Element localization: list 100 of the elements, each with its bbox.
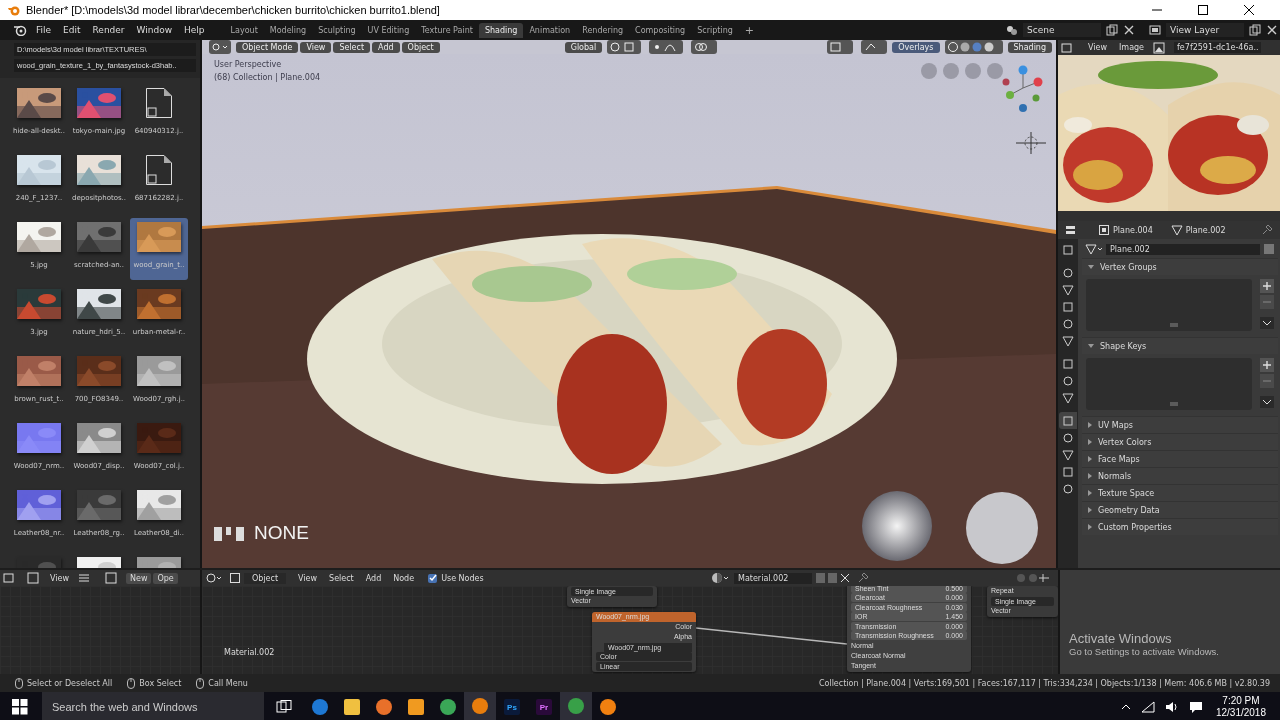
shading-modes-icon[interactable] xyxy=(944,40,1003,54)
proportional-icon[interactable] xyxy=(649,40,684,54)
image-icon[interactable] xyxy=(27,572,41,584)
header-menu[interactable]: Select xyxy=(323,571,360,585)
new-button[interactable]: New xyxy=(126,572,152,584)
panel-header[interactable]: Vertex Groups xyxy=(1082,258,1278,275)
header-menu[interactable]: Node xyxy=(387,571,421,585)
workspace-tab[interactable]: Sculpting xyxy=(312,22,362,38)
menu-item[interactable]: Render xyxy=(86,23,131,37)
panel-header[interactable]: Custom Properties xyxy=(1082,518,1278,535)
workspace-tab[interactable]: Modeling xyxy=(263,22,313,38)
panel-header[interactable]: UV Maps xyxy=(1082,416,1278,433)
panel-header[interactable]: Texture Space xyxy=(1082,484,1278,501)
clock-time[interactable]: 7:20 PM xyxy=(1222,695,1260,707)
mesh-icon[interactable] xyxy=(1085,243,1103,255)
clock-date[interactable]: 12/31/2018 xyxy=(1215,707,1266,719)
panel-header[interactable]: Face Maps xyxy=(1082,450,1278,467)
workspace-tab[interactable]: Rendering xyxy=(576,22,630,38)
menu-item[interactable]: Edit xyxy=(57,23,87,37)
mode-dropdown[interactable]: Object Mode xyxy=(236,41,299,53)
task-view-icon[interactable] xyxy=(276,700,292,714)
close-icon[interactable] xyxy=(1244,5,1254,15)
header-menu[interactable]: Add xyxy=(359,571,388,585)
copy-icon[interactable] xyxy=(1106,24,1118,36)
header-menu[interactable]: View xyxy=(292,571,324,585)
material-icon[interactable] xyxy=(711,572,731,584)
object-icon xyxy=(1098,224,1110,236)
chevron-icon[interactable] xyxy=(1260,317,1274,329)
volume-icon[interactable] xyxy=(1164,701,1179,713)
scene-field[interactable]: Scene xyxy=(1023,23,1101,37)
notification-icon[interactable] xyxy=(1188,700,1203,714)
search-field[interactable]: Search the web and Windows xyxy=(42,692,264,720)
orientation-dropdown[interactable]: Global xyxy=(564,41,603,53)
fake-user-icon[interactable] xyxy=(1263,243,1275,255)
add-icon[interactable] xyxy=(1260,279,1274,293)
properties-tab-icon xyxy=(1062,431,1074,444)
file-icon xyxy=(146,88,172,118)
workspace-tab[interactable]: Texture Paint xyxy=(415,22,479,38)
editor-type-icon[interactable] xyxy=(205,572,223,584)
add-icon[interactable] xyxy=(1260,358,1274,372)
overlays-dropdown[interactable]: Overlays xyxy=(892,41,940,53)
menu-item[interactable]: Window xyxy=(130,23,179,37)
menu-item[interactable]: Help xyxy=(178,23,211,37)
taskbar-app[interactable]: Pr xyxy=(528,692,560,720)
header-menu[interactable]: Select xyxy=(333,41,371,53)
grip-icon[interactable] xyxy=(1170,401,1180,407)
properties-tab-icon xyxy=(1062,243,1074,256)
pin-icon[interactable] xyxy=(857,572,869,584)
properties-tab-icon xyxy=(1062,300,1074,313)
checkbox-label: Use Nodes xyxy=(441,573,484,583)
workspace-tab[interactable]: Shading xyxy=(478,22,524,38)
shading-dropdown[interactable]: Shading xyxy=(1007,41,1052,53)
layers-icon[interactable] xyxy=(1149,24,1161,36)
open-button[interactable]: Ope xyxy=(153,572,178,584)
menu-icon[interactable] xyxy=(78,573,90,583)
header-menu[interactable]: View xyxy=(300,41,332,53)
blender-logo-icon[interactable] xyxy=(13,24,27,36)
mesh-name-field[interactable]: Plane.002 xyxy=(1106,243,1260,255)
workspace-tab[interactable]: Layout xyxy=(224,22,264,38)
taskbar-app[interactable] xyxy=(464,692,496,720)
taskbar-app[interactable]: Ps xyxy=(496,692,528,720)
header-menu[interactable]: View xyxy=(44,571,75,585)
panel-header[interactable]: Shape Keys xyxy=(1082,337,1278,354)
browse-icon[interactable] xyxy=(815,572,851,584)
checkbox[interactable] xyxy=(428,573,438,583)
menu-item[interactable]: File xyxy=(30,23,58,37)
material-name: Material.002 xyxy=(224,648,275,657)
activation-text: Go to Settings to activate Windows. xyxy=(1069,646,1219,657)
header-menu[interactable]: Add xyxy=(372,41,400,53)
view-icon[interactable] xyxy=(827,40,854,54)
chevron-up-icon[interactable] xyxy=(1120,703,1131,711)
mesh-name: Plane.002 xyxy=(1185,225,1226,235)
link-icon[interactable] xyxy=(691,40,718,54)
wifi-icon[interactable] xyxy=(1140,701,1155,713)
header-menu[interactable]: Image xyxy=(1113,41,1151,54)
header-menu[interactable]: View xyxy=(1082,41,1113,54)
header-menu[interactable]: Object xyxy=(401,41,440,53)
material-field[interactable]: Material.002 xyxy=(734,572,812,584)
snap-icon[interactable] xyxy=(607,40,642,54)
add-workspace-button[interactable]: + xyxy=(738,20,760,40)
image-field[interactable]: fe7f2591-dc1e-46a.. xyxy=(1174,42,1262,53)
grip-icon[interactable] xyxy=(1170,322,1180,328)
view-layer-field[interactable]: View Layer xyxy=(1166,23,1244,37)
panel-header[interactable]: Geometry Data xyxy=(1082,501,1278,518)
copy-icon[interactable] xyxy=(1249,24,1261,36)
status-hint: Select or Deselect All xyxy=(27,678,113,688)
scene-icon[interactable] xyxy=(1006,24,1018,36)
editor-type-icon[interactable] xyxy=(209,40,231,54)
shader-type-dropdown[interactable]: Object xyxy=(244,572,287,584)
gizmo-icon[interactable] xyxy=(861,40,888,54)
chevron-icon[interactable] xyxy=(1260,396,1274,408)
workspace-tab[interactable]: Scripting xyxy=(691,22,739,38)
object-name: Plane.004 xyxy=(1113,225,1153,235)
windows-start-icon[interactable] xyxy=(12,699,28,715)
workspace-tab[interactable]: Animation xyxy=(523,22,577,38)
pin-icon[interactable] xyxy=(1261,224,1273,236)
maximize-icon[interactable] xyxy=(1198,5,1208,15)
workspace-tab[interactable]: Compositing xyxy=(629,22,692,38)
object-icon[interactable] xyxy=(229,572,241,584)
workspace-tab[interactable]: UV Editing xyxy=(361,22,416,38)
